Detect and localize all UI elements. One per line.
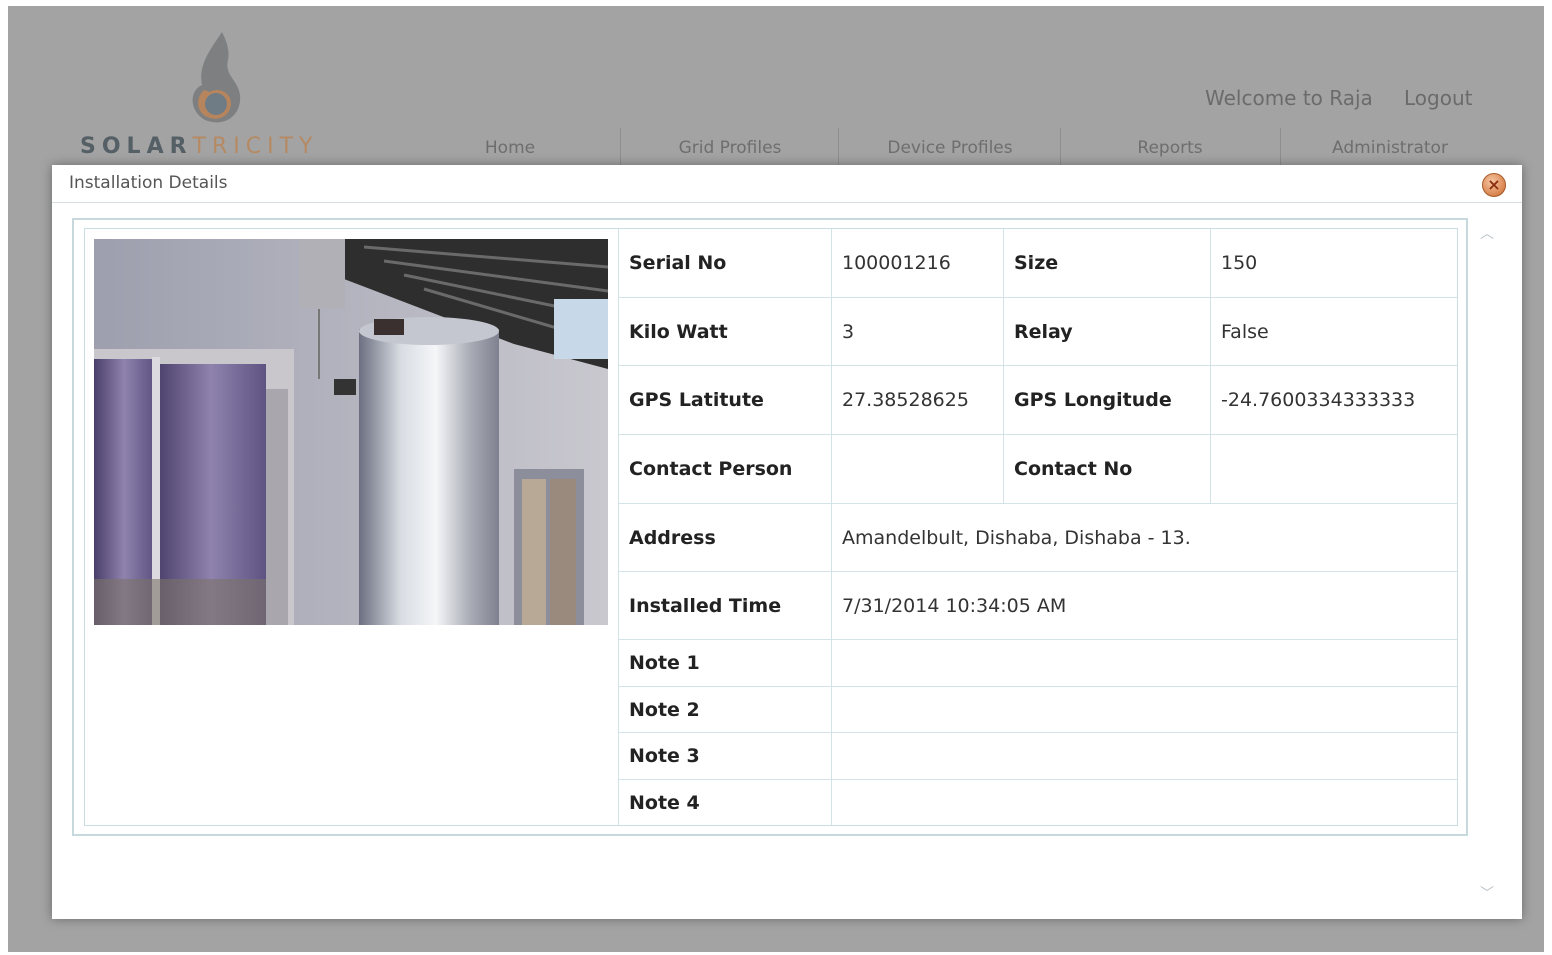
label-note-2: Note 2 [619,687,832,733]
chevron-down-icon[interactable]: ﹀ [1478,883,1496,902]
value-relay: False [1211,298,1457,366]
brand-tricity: TRICITY [192,134,319,159]
modal-titlebar: Installation Details × [52,165,1522,203]
nav-reports[interactable]: Reports [1080,128,1260,166]
label-size: Size [1004,229,1211,298]
value-note-2 [832,687,1457,733]
nav-administrator[interactable]: Administrator [1300,128,1480,166]
label-gps-longitude: GPS Longitude [1004,366,1211,435]
main-nav: Home Grid Profiles Device Profiles Repor… [400,128,1510,166]
nav-grid-profiles[interactable]: Grid Profiles [640,128,820,166]
installation-photo [94,239,608,625]
installation-details-modal: Installation Details × ︿ ﹀ Serial No 100… [52,165,1522,919]
label-note-4: Note 4 [619,780,832,825]
label-relay: Relay [1004,298,1211,366]
details-frame: Serial No 100001216 Size 150 Kilo Watt 3… [72,218,1468,836]
label-serial-no: Serial No [619,229,832,298]
nav-home[interactable]: Home [440,128,580,166]
brand-wordmark: SOLARTRICITY [80,134,319,164]
value-gps-longitude: -24.7600334333333 [1211,366,1457,435]
value-contact-person [832,435,1004,504]
value-gps-latitude: 27.38528625 [832,366,1004,435]
value-note-1 [832,640,1457,687]
value-size: 150 [1211,229,1457,298]
label-note-3: Note 3 [619,733,832,780]
nav-device-profiles[interactable]: Device Profiles [858,128,1042,166]
value-note-4 [832,780,1457,825]
photo-cell [85,229,619,639]
label-gps-latitude: GPS Latitute [619,366,832,435]
label-kilo-watt: Kilo Watt [619,298,832,366]
value-serial-no: 100001216 [832,229,1004,298]
value-installed-time: 7/31/2014 10:34:05 AM [832,572,1457,640]
close-icon[interactable]: × [1482,173,1506,197]
logout-link[interactable]: Logout [1404,86,1472,110]
details-grid: Serial No 100001216 Size 150 Kilo Watt 3… [84,228,1458,826]
label-note-1: Note 1 [619,640,832,687]
flame-logo-icon [180,30,250,125]
modal-title: Installation Details [69,173,228,193]
label-address: Address [619,504,832,572]
brand-solar: SOLAR [80,134,193,159]
nav-divider [1280,128,1281,166]
welcome-text: Welcome to Raja [1205,86,1373,110]
value-contact-no [1211,435,1457,504]
nav-divider [838,128,839,166]
chevron-up-icon[interactable]: ︿ [1478,223,1496,242]
value-address: Amandelbult, Dishaba, Dishaba - 13. [832,504,1457,572]
value-note-3 [832,733,1457,780]
label-contact-no: Contact No [1004,435,1211,504]
nav-divider [1060,128,1061,166]
nav-divider [620,128,621,166]
label-installed-time: Installed Time [619,572,832,640]
label-contact-person: Contact Person [619,435,832,504]
value-kilo-watt: 3 [832,298,1004,366]
